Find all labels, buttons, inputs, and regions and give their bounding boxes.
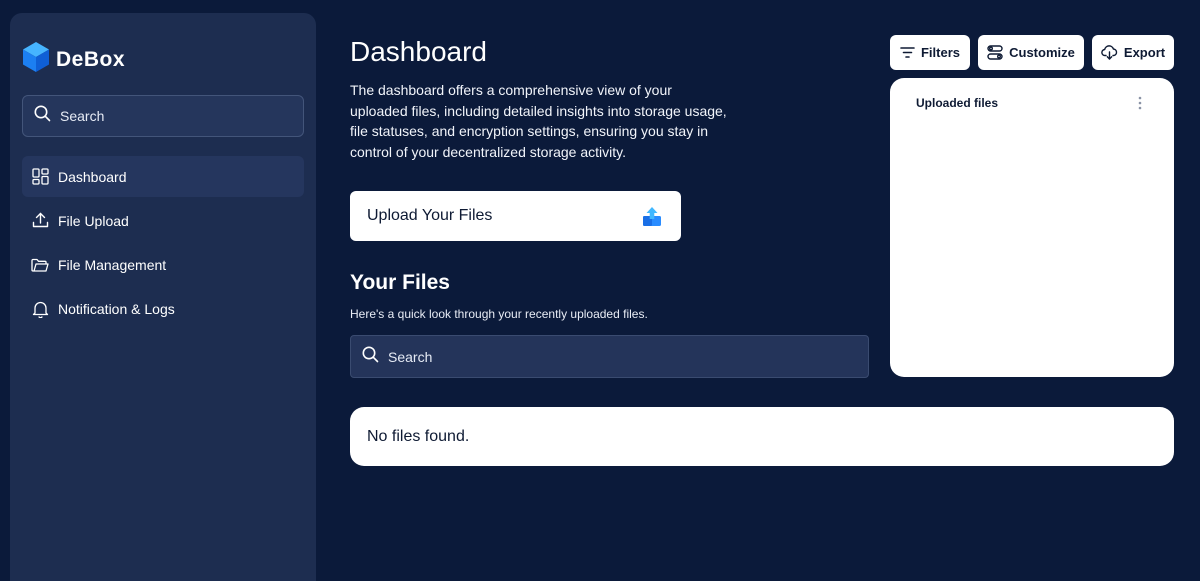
sidebar-search[interactable] [22,95,304,137]
sidebar-item-dashboard[interactable]: Dashboard [22,156,304,197]
sidebar-search-input[interactable] [60,108,280,124]
uploaded-files-title: Uploaded files [916,96,999,110]
uploaded-files-card: Uploaded files [890,78,1174,377]
upload-files-label: Upload Your Files [367,207,493,224]
filters-button[interactable]: Filters [890,35,970,70]
sidebar-nav: Dashboard File Upload File Management No… [22,156,304,332]
search-icon [362,346,379,368]
page-description: The dashboard offers a comprehensive vie… [350,82,727,160]
cloud-download-icon [1101,45,1118,60]
toggles-icon [987,45,1003,60]
sidebar-item-label: File Management [58,256,167,273]
upload-box-icon [641,205,663,227]
upload-files-button[interactable]: Upload Your Files [350,191,681,241]
export-button[interactable]: Export [1092,35,1174,70]
sidebar: DeBox Dashboard File Upload File Managem… [10,13,316,581]
sidebar-item-label: File Upload [58,212,129,229]
files-search[interactable] [350,335,869,378]
brand-name: DeBox [56,47,126,71]
customize-label: Customize [1009,45,1075,60]
sidebar-item-notification-logs[interactable]: Notification & Logs [22,288,304,329]
your-files-subtitle: Here's a quick look through your recentl… [350,307,648,321]
sidebar-item-label: Dashboard [58,168,127,185]
page-title: Dashboard [350,36,487,67]
customize-button[interactable]: Customize [978,35,1084,70]
grid-icon [31,168,49,186]
filters-label: Filters [920,45,960,60]
files-empty-state: No files found. [350,407,1174,466]
empty-state-text: No files found. [367,427,470,445]
bell-icon [31,300,49,318]
files-search-input[interactable] [388,348,848,365]
sidebar-item-label: Notification & Logs [58,300,175,317]
export-label: Export [1123,45,1166,60]
filter-icon [900,46,915,59]
brand-logo[interactable]: DeBox [22,41,125,78]
upload-icon [31,212,49,230]
sidebar-item-file-management[interactable]: File Management [22,244,304,285]
cube-logo-icon [22,41,50,78]
your-files-heading: Your Files [350,271,450,294]
sidebar-item-file-upload[interactable]: File Upload [22,200,304,241]
more-options-icon[interactable] [1135,95,1145,111]
search-icon [34,105,51,127]
folder-icon [31,256,49,274]
